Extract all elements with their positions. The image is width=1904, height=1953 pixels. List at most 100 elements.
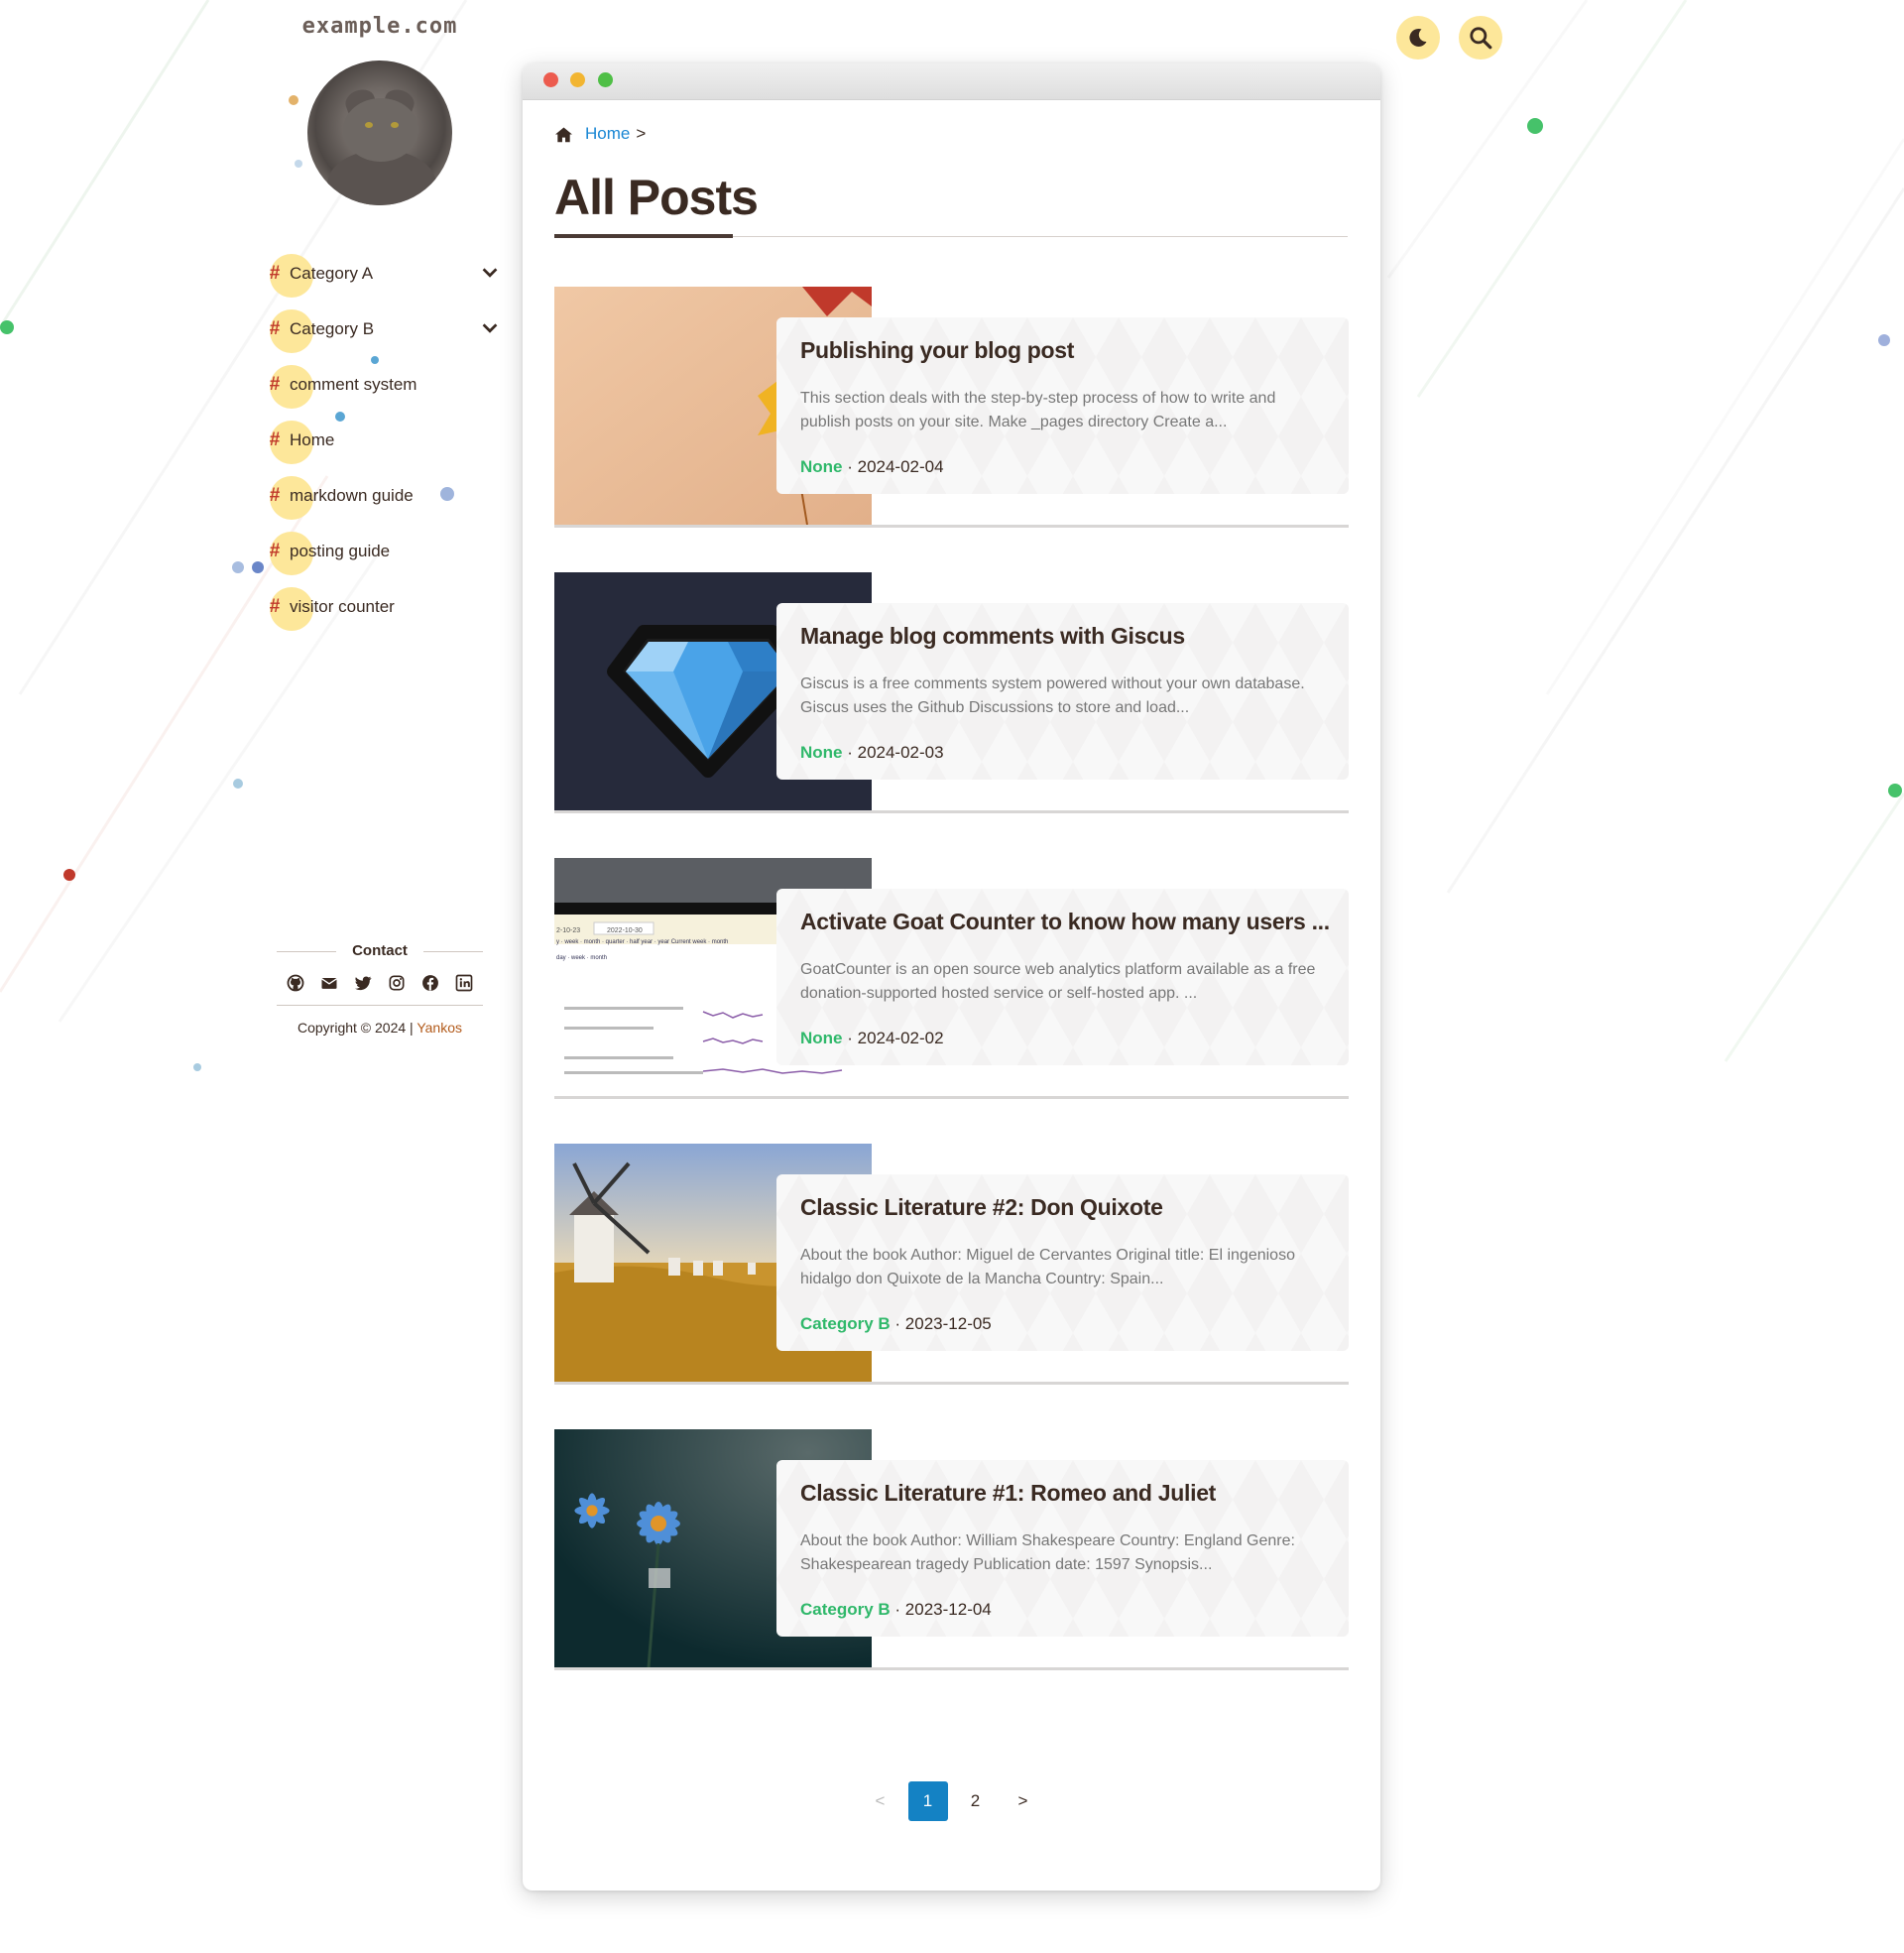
category-item-markdown-guide[interactable]: # markdown guide	[263, 468, 501, 524]
site-title[interactable]: example.com	[248, 14, 512, 39]
post-category[interactable]: Category B	[800, 1314, 891, 1333]
post-title[interactable]: Manage blog comments with Giscus	[800, 623, 1336, 650]
contact-title: Contact	[277, 942, 483, 959]
hash-icon: #	[269, 485, 281, 506]
search-icon	[1470, 27, 1492, 50]
avatar[interactable]	[307, 61, 452, 205]
category-label: Home	[290, 430, 335, 449]
post-meta: None · 2024-02-02	[800, 1029, 944, 1048]
thumb-range-links: y · week · month · quarter · half year ·…	[556, 939, 729, 945]
thumb-period-links: day · week · month	[556, 955, 608, 961]
post-date: · 2024-02-02	[847, 1029, 944, 1047]
post-divider	[554, 810, 1349, 813]
search-button[interactable]	[1459, 16, 1502, 60]
post-category[interactable]: None	[800, 1029, 843, 1047]
post-excerpt: Giscus is a free comments system powered…	[800, 675, 1305, 716]
post-card[interactable]: Classic Literature #2: Don Quixote About…	[776, 1174, 1349, 1351]
chevron-down-icon[interactable]	[479, 262, 501, 284]
category-item-home[interactable]: # Home	[263, 413, 501, 468]
dark-mode-button[interactable]	[1396, 16, 1440, 60]
post-item[interactable]: Classic Literature #2: Don Quixote About…	[554, 1144, 1349, 1385]
post-title[interactable]: Activate Goat Counter to know how many u…	[800, 909, 1336, 935]
post-category[interactable]: None	[800, 743, 843, 762]
main-window: Home > All Posts Publishing your blog po…	[523, 63, 1380, 1891]
next-page-button[interactable]: >	[1004, 1781, 1043, 1821]
window-titlebar	[523, 63, 1380, 100]
category-label: markdown guide	[290, 486, 414, 505]
post-meta: None · 2024-02-04	[800, 457, 944, 477]
moon-icon	[1409, 28, 1427, 47]
close-dot	[543, 72, 558, 87]
breadcrumb: Home >	[554, 124, 646, 144]
category-nav: # Category A # Category B # comment syst…	[263, 246, 501, 635]
breadcrumb-separator: >	[636, 124, 647, 143]
copyright: Copyright © 2024 | Yankos	[277, 1020, 483, 1036]
post-meta: Category B · 2023-12-05	[800, 1314, 992, 1334]
post-excerpt: About the book Author: William Shakespea…	[800, 1532, 1295, 1573]
post-category[interactable]: None	[800, 457, 843, 476]
category-item-comment-system[interactable]: # comment system	[263, 357, 501, 413]
post-divider	[554, 525, 1349, 528]
post-excerpt: GoatCounter is an open source web analyt…	[800, 961, 1316, 1002]
post-meta: Category B · 2023-12-04	[800, 1600, 992, 1620]
chevron-down-icon[interactable]	[479, 317, 501, 339]
category-item-posting-guide[interactable]: # posting guide	[263, 524, 501, 579]
category-label: Category B	[290, 319, 375, 338]
post-excerpt: This section deals with the step-by-step…	[800, 390, 1276, 430]
title-underline	[554, 234, 733, 238]
maximize-dot	[598, 72, 613, 87]
category-label: Category A	[290, 264, 374, 283]
instagram-icon[interactable]	[386, 973, 408, 995]
hash-icon: #	[269, 374, 281, 395]
pagination: < 1 2 >	[523, 1781, 1380, 1821]
post-date: · 2023-12-04	[894, 1600, 992, 1619]
post-item[interactable]: Classic Literature #1: Romeo and Juliet …	[554, 1429, 1349, 1670]
facebook-icon[interactable]	[419, 973, 441, 995]
post-divider	[554, 1667, 1349, 1670]
post-item[interactable]: 2-10-23 2022-10-30 y · week · month · qu…	[554, 858, 1349, 1099]
post-card[interactable]: Publishing your blog post This section d…	[776, 317, 1349, 494]
category-item-visitor-counter[interactable]: # visitor counter	[263, 579, 501, 635]
hash-icon: #	[269, 596, 281, 617]
page-1-button[interactable]: 1	[907, 1781, 948, 1821]
post-date: · 2024-02-04	[847, 457, 944, 476]
page-title: All Posts	[554, 170, 759, 225]
contact-section: Contact Copyright © 2024 | Yankos	[277, 942, 483, 1036]
category-item-category-a[interactable]: # Category A	[263, 246, 501, 302]
thumb-date-to: 2022-10-30	[607, 927, 643, 934]
category-item-category-b[interactable]: # Category B	[263, 302, 501, 357]
hash-icon: #	[269, 318, 281, 339]
github-icon[interactable]	[285, 973, 306, 995]
hash-icon: #	[269, 541, 281, 561]
home-icon	[555, 127, 572, 142]
post-meta: None · 2024-02-03	[800, 743, 944, 763]
post-card[interactable]: Manage blog comments with Giscus Giscus …	[776, 603, 1349, 780]
twitter-icon[interactable]	[352, 973, 374, 995]
category-label: visitor counter	[290, 597, 395, 616]
category-label: comment system	[290, 375, 417, 394]
post-title[interactable]: Publishing your blog post	[800, 337, 1336, 364]
email-icon[interactable]	[318, 973, 340, 995]
post-divider	[554, 1096, 1349, 1099]
post-divider	[554, 1382, 1349, 1385]
post-title[interactable]: Classic Literature #1: Romeo and Juliet	[800, 1480, 1336, 1507]
linkedin-icon[interactable]	[453, 973, 475, 995]
post-card[interactable]: Classic Literature #1: Romeo and Juliet …	[776, 1460, 1349, 1637]
social-links	[277, 973, 483, 995]
breadcrumb-home-link[interactable]: Home	[585, 124, 630, 144]
post-date: · 2024-02-03	[847, 743, 944, 762]
category-label: posting guide	[290, 542, 391, 560]
hash-icon: #	[269, 429, 281, 450]
prev-page-button[interactable]: <	[861, 1781, 900, 1821]
post-item[interactable]: Manage blog comments with Giscus Giscus …	[554, 572, 1349, 813]
post-card[interactable]: Activate Goat Counter to know how many u…	[776, 889, 1349, 1065]
contact-divider	[277, 1005, 483, 1006]
author-link[interactable]: Yankos	[416, 1020, 462, 1036]
copyright-text: Copyright © 2024 |	[298, 1020, 417, 1036]
post-title[interactable]: Classic Literature #2: Don Quixote	[800, 1194, 1336, 1221]
post-category[interactable]: Category B	[800, 1600, 891, 1619]
thumb-date-from: 2-10-23	[556, 927, 581, 934]
post-item[interactable]: Publishing your blog post This section d…	[554, 287, 1349, 528]
page-2-button[interactable]: 2	[956, 1781, 996, 1821]
hash-icon: #	[269, 263, 281, 284]
